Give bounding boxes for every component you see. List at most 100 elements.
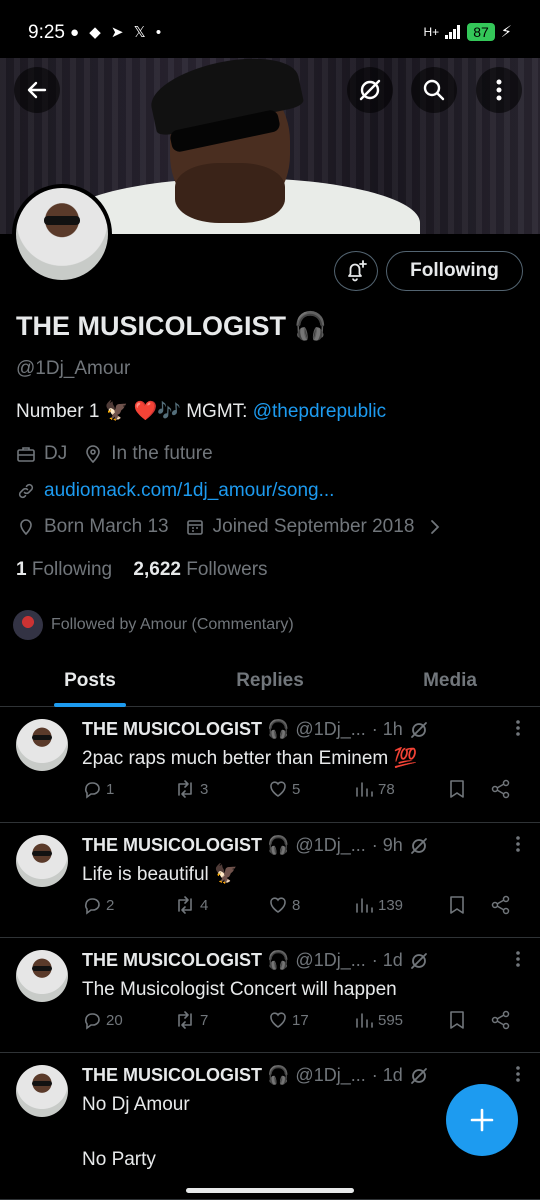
- post-text: Life is beautiful 🦅: [82, 861, 238, 888]
- tab-posts[interactable]: Posts: [0, 655, 180, 707]
- post-text-line-2: No Party: [82, 1149, 156, 1170]
- post-item[interactable]: THE MUSICOLOGIST 🎧 @1Dj_... · 1h 2pac ra…: [0, 707, 540, 823]
- repost-button[interactable]: 4: [174, 895, 208, 915]
- views-button[interactable]: 78: [354, 779, 395, 799]
- repost-button[interactable]: 7: [174, 1010, 208, 1030]
- followed-by-row[interactable]: Followed by Amour (Commentary): [13, 610, 294, 640]
- post-avatar-image: [16, 719, 68, 771]
- search-icon: [423, 79, 445, 101]
- profile-website-link[interactable]: audiomack.com/1dj_amour/song...: [44, 480, 334, 502]
- bookmark-button[interactable]: [448, 1010, 466, 1030]
- tab-replies[interactable]: Replies: [180, 655, 360, 706]
- post-author-name[interactable]: THE MUSICOLOGIST 🎧: [82, 719, 289, 740]
- profile-category: DJ: [44, 443, 68, 464]
- birthday-icon: [20, 519, 32, 536]
- followed-by-text: Followed by Amour (Commentary): [51, 616, 294, 633]
- post-author-handle: @1Dj_...: [295, 950, 366, 970]
- reply-button[interactable]: 20: [82, 1010, 123, 1030]
- profile-born: Born March 13: [44, 516, 169, 537]
- repost-count: 7: [200, 1011, 209, 1029]
- like-button[interactable]: 5: [268, 779, 300, 799]
- post-author-name[interactable]: THE MUSICOLOGIST 🎧: [82, 1065, 289, 1086]
- bell-plus-icon: [348, 260, 367, 282]
- home-indicator[interactable]: [186, 1188, 354, 1193]
- bio-mention-link[interactable]: @thepdrepublic: [253, 401, 386, 422]
- network-type: H+: [423, 25, 440, 39]
- views-count: 78: [378, 780, 395, 798]
- bookmark-button[interactable]: [448, 779, 466, 799]
- reply-count: 20: [106, 1011, 123, 1029]
- status-right: H+ 87 ⚡: [423, 22, 512, 42]
- like-button[interactable]: 17: [268, 1010, 309, 1030]
- post-avatar[interactable]: [16, 950, 68, 1002]
- share-icon: [491, 779, 510, 799]
- post-avatar[interactable]: [16, 1065, 68, 1117]
- repost-icon: [178, 780, 192, 798]
- profile-avatar-image: [16, 188, 108, 280]
- post-author-name[interactable]: THE MUSICOLOGIST 🎧: [82, 835, 289, 856]
- views-button[interactable]: 139: [354, 895, 403, 915]
- post-grok-button[interactable]: [409, 951, 429, 971]
- grok-icon: [359, 79, 381, 101]
- post-more-button[interactable]: [516, 719, 520, 737]
- reply-icon: [84, 782, 100, 799]
- post-more-button[interactable]: [516, 835, 520, 853]
- share-icon: [491, 1010, 510, 1030]
- more-button[interactable]: [476, 67, 522, 113]
- chevron-right-icon: [431, 520, 440, 534]
- like-count: 17: [292, 1011, 309, 1029]
- back-arrow-icon: [27, 81, 47, 99]
- tab-media[interactable]: Media: [360, 655, 540, 706]
- post-more-button[interactable]: [516, 950, 520, 968]
- profile-meta-row-3[interactable]: Born March 13 Joined September 2018: [16, 516, 442, 538]
- post-author-handle: @1Dj_...: [295, 1065, 366, 1085]
- following-count-link[interactable]: 1 Following: [16, 559, 112, 580]
- post-avatar-image: [16, 1065, 68, 1117]
- profile-avatar[interactable]: [12, 184, 112, 284]
- more-vertical-icon: [516, 720, 520, 736]
- post-grok-button[interactable]: [409, 1066, 429, 1086]
- following-button[interactable]: Following: [386, 251, 523, 291]
- search-button[interactable]: [411, 67, 457, 113]
- post-item[interactable]: THE MUSICOLOGIST 🎧 @1Dj_... · 9h Life is…: [0, 823, 540, 938]
- heart-icon: [270, 781, 286, 797]
- post-avatar[interactable]: [16, 719, 68, 771]
- share-button[interactable]: [490, 895, 512, 915]
- post-text-line: 2pac raps much better than Eminem 💯: [82, 748, 418, 769]
- post-author-name[interactable]: THE MUSICOLOGIST 🎧: [82, 950, 289, 971]
- repost-icon: [178, 1011, 192, 1029]
- banner-hands: [175, 163, 285, 223]
- bookmark-button[interactable]: [448, 895, 466, 915]
- post-time: · 1d: [371, 950, 403, 970]
- more-vertical-icon: [516, 836, 520, 852]
- grok-small-icon: [410, 952, 427, 969]
- link-icon: [18, 483, 34, 499]
- post-item[interactable]: THE MUSICOLOGIST 🎧 @1Dj_... · 1d The Mus…: [0, 938, 540, 1053]
- bookmark-icon: [450, 1011, 464, 1029]
- share-button[interactable]: [490, 1010, 512, 1030]
- grok-button[interactable]: [347, 67, 393, 113]
- share-button[interactable]: [490, 779, 512, 799]
- post-text-line: No Dj Amour: [82, 1094, 190, 1115]
- repost-count: 3: [200, 780, 209, 798]
- views-button[interactable]: 595: [354, 1010, 403, 1030]
- notifications-bell-button[interactable]: [334, 251, 378, 291]
- post-avatar-image: [16, 950, 68, 1002]
- views-icon: [356, 782, 373, 797]
- compose-post-button[interactable]: [446, 1084, 518, 1156]
- like-button[interactable]: 8: [268, 895, 300, 915]
- post-text-gap: [82, 1118, 190, 1146]
- post-grok-button[interactable]: [409, 836, 429, 856]
- repost-count: 4: [200, 896, 209, 914]
- reply-button[interactable]: 2: [82, 895, 114, 915]
- profile-tabs: Posts Replies Media: [0, 655, 540, 707]
- repost-button[interactable]: 3: [174, 779, 208, 799]
- bookmark-icon: [450, 780, 464, 798]
- post-grok-button[interactable]: [409, 720, 429, 740]
- post-more-button[interactable]: [516, 1065, 520, 1083]
- back-button[interactable]: [14, 67, 60, 113]
- reply-button[interactable]: 1: [82, 779, 114, 799]
- post-avatar[interactable]: [16, 835, 68, 887]
- status-bar: 9:25 ● ◆ ➤ 𝕏 • H+ 87 ⚡: [0, 0, 540, 58]
- followers-count-link[interactable]: 2,622 Followers: [133, 559, 267, 580]
